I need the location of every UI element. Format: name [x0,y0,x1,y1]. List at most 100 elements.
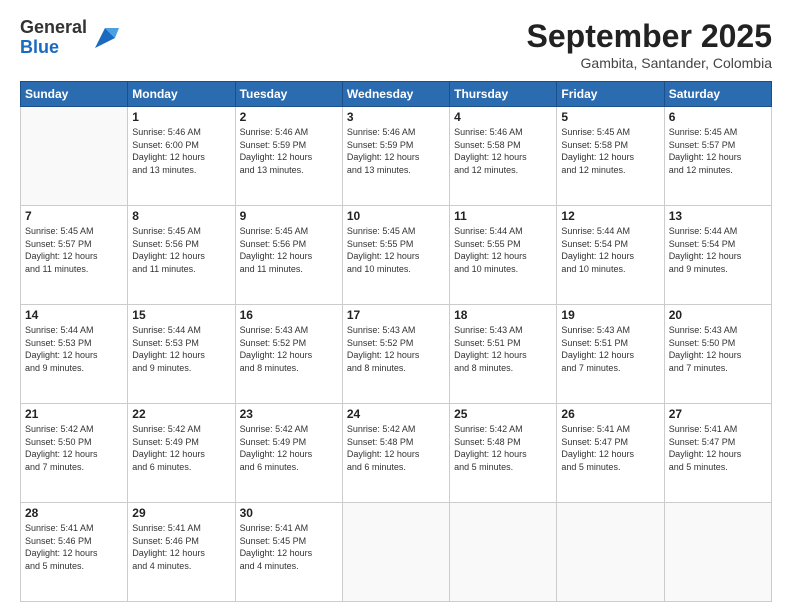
table-row: 29Sunrise: 5:41 AM Sunset: 5:46 PM Dayli… [128,503,235,602]
header-sunday: Sunday [21,82,128,107]
day-number: 28 [25,506,123,520]
day-number: 10 [347,209,445,223]
table-row: 4 Sunrise: 5:46 AM Sunset: 5:58 PM Daylig… [450,107,557,206]
location: Gambita, Santander, Colombia [527,55,772,71]
calendar-table: Sunday Monday Tuesday Wednesday Thursday… [20,81,772,602]
day-number: 14 [25,308,123,322]
header-wednesday: Wednesday [342,82,449,107]
logo-general: General [20,18,87,38]
day-number: 27 [669,407,767,421]
table-row: 18 Sunrise: 5:43 AM Sunset: 5:51 PM Dayli… [450,305,557,404]
day-info: Sunrise: 5:45 AM Sunset: 5:57 PM Dayligh… [25,225,123,275]
title-block: September 2025 Gambita, Santander, Colom… [527,18,772,71]
day-info: Sunrise: 5:41 AM Sunset: 5:46 PM Dayligh… [25,522,123,572]
day-number: 5 [561,110,659,124]
table-row: 10 Sunrise: 5:45 AM Sunset: 5:55 PM Dayli… [342,206,449,305]
page: General Blue September 2025 Gambita, San… [0,0,792,612]
logo-icon [91,24,119,52]
table-row: 14Sunrise: 5:44 AM Sunset: 5:53 PM Dayli… [21,305,128,404]
day-number: 11 [454,209,552,223]
day-info: Sunrise: 5:43 AM Sunset: 5:52 PM Dayligh… [347,324,445,374]
day-info: Sunrise: 5:45 AM Sunset: 5:56 PM Dayligh… [240,225,338,275]
header-saturday: Saturday [664,82,771,107]
table-row: 3 Sunrise: 5:46 AM Sunset: 5:59 PM Daylig… [342,107,449,206]
day-info: Sunrise: 5:46 AM Sunset: 6:00 PM Dayligh… [132,126,230,176]
logo-text: General Blue [20,18,87,58]
table-row: 20 Sunrise: 5:43 AM Sunset: 5:50 PM Dayli… [664,305,771,404]
table-row: 5Sunrise: 5:45 AM Sunset: 5:58 PM Daylig… [557,107,664,206]
day-number: 3 [347,110,445,124]
day-info: Sunrise: 5:41 AM Sunset: 5:45 PM Dayligh… [240,522,338,572]
day-number: 9 [240,209,338,223]
table-row [557,503,664,602]
header: General Blue September 2025 Gambita, San… [20,18,772,71]
header-thursday: Thursday [450,82,557,107]
table-row: 6 Sunrise: 5:45 AM Sunset: 5:57 PM Daylig… [664,107,771,206]
day-number: 29 [132,506,230,520]
day-info: Sunrise: 5:45 AM Sunset: 5:56 PM Dayligh… [132,225,230,275]
day-info: Sunrise: 5:43 AM Sunset: 5:51 PM Dayligh… [454,324,552,374]
day-number: 18 [454,308,552,322]
day-number: 1 [132,110,230,124]
logo-blue: Blue [20,38,87,58]
day-number: 20 [669,308,767,322]
day-number: 13 [669,209,767,223]
day-info: Sunrise: 5:42 AM Sunset: 5:49 PM Dayligh… [240,423,338,473]
day-number: 12 [561,209,659,223]
table-row: 1 Sunrise: 5:46 AM Sunset: 6:00 PM Daylig… [128,107,235,206]
table-row: 12 Sunrise: 5:44 AM Sunset: 5:54 PM Dayli… [557,206,664,305]
table-row: 24Sunrise: 5:42 AM Sunset: 5:48 PM Dayli… [342,404,449,503]
calendar-week-row: 1 Sunrise: 5:46 AM Sunset: 6:00 PM Daylig… [21,107,772,206]
day-number: 17 [347,308,445,322]
table-row: 30Sunrise: 5:41 AM Sunset: 5:45 PM Dayli… [235,503,342,602]
day-number: 21 [25,407,123,421]
day-number: 26 [561,407,659,421]
day-number: 8 [132,209,230,223]
day-info: Sunrise: 5:43 AM Sunset: 5:51 PM Dayligh… [561,324,659,374]
table-row: 13 Sunrise: 5:44 AM Sunset: 5:54 PM Dayli… [664,206,771,305]
day-number: 6 [669,110,767,124]
table-row: 17 Sunrise: 5:43 AM Sunset: 5:52 PM Dayli… [342,305,449,404]
day-number: 15 [132,308,230,322]
day-info: Sunrise: 5:44 AM Sunset: 5:54 PM Dayligh… [669,225,767,275]
day-number: 23 [240,407,338,421]
day-number: 25 [454,407,552,421]
table-row [342,503,449,602]
day-info: Sunrise: 5:46 AM Sunset: 5:58 PM Dayligh… [454,126,552,176]
table-row: 9 Sunrise: 5:45 AM Sunset: 5:56 PM Daylig… [235,206,342,305]
table-row: 8 Sunrise: 5:45 AM Sunset: 5:56 PM Daylig… [128,206,235,305]
header-friday: Friday [557,82,664,107]
table-row: 2 Sunrise: 5:46 AM Sunset: 5:59 PM Daylig… [235,107,342,206]
day-number: 22 [132,407,230,421]
day-info: Sunrise: 5:45 AM Sunset: 5:55 PM Dayligh… [347,225,445,275]
table-row: 19 Sunrise: 5:43 AM Sunset: 5:51 PM Dayli… [557,305,664,404]
table-row [450,503,557,602]
day-info: Sunrise: 5:42 AM Sunset: 5:49 PM Dayligh… [132,423,230,473]
calendar-week-row: 21 Sunrise: 5:42 AM Sunset: 5:50 PM Dayli… [21,404,772,503]
day-info: Sunrise: 5:45 AM Sunset: 5:57 PM Dayligh… [669,126,767,176]
table-row: 7Sunrise: 5:45 AM Sunset: 5:57 PM Daylig… [21,206,128,305]
day-info: Sunrise: 5:46 AM Sunset: 5:59 PM Dayligh… [347,126,445,176]
day-info: Sunrise: 5:46 AM Sunset: 5:59 PM Dayligh… [240,126,338,176]
calendar-week-row: 28 Sunrise: 5:41 AM Sunset: 5:46 PM Dayli… [21,503,772,602]
day-info: Sunrise: 5:42 AM Sunset: 5:50 PM Dayligh… [25,423,123,473]
day-info: Sunrise: 5:43 AM Sunset: 5:52 PM Dayligh… [240,324,338,374]
table-row: 21 Sunrise: 5:42 AM Sunset: 5:50 PM Dayli… [21,404,128,503]
header-monday: Monday [128,82,235,107]
day-info: Sunrise: 5:42 AM Sunset: 5:48 PM Dayligh… [347,423,445,473]
table-row: 27Sunrise: 5:41 AM Sunset: 5:47 PM Dayli… [664,404,771,503]
calendar-week-row: 14Sunrise: 5:44 AM Sunset: 5:53 PM Dayli… [21,305,772,404]
table-row: 23 Sunrise: 5:42 AM Sunset: 5:49 PM Dayli… [235,404,342,503]
day-number: 19 [561,308,659,322]
table-row [664,503,771,602]
day-info: Sunrise: 5:43 AM Sunset: 5:50 PM Dayligh… [669,324,767,374]
day-info: Sunrise: 5:44 AM Sunset: 5:54 PM Dayligh… [561,225,659,275]
table-row: 11Sunrise: 5:44 AM Sunset: 5:55 PM Dayli… [450,206,557,305]
logo: General Blue [20,18,119,58]
day-number: 2 [240,110,338,124]
day-info: Sunrise: 5:42 AM Sunset: 5:48 PM Dayligh… [454,423,552,473]
calendar-week-row: 7Sunrise: 5:45 AM Sunset: 5:57 PM Daylig… [21,206,772,305]
day-number: 4 [454,110,552,124]
month-title: September 2025 [527,18,772,55]
table-row: 16Sunrise: 5:43 AM Sunset: 5:52 PM Dayli… [235,305,342,404]
